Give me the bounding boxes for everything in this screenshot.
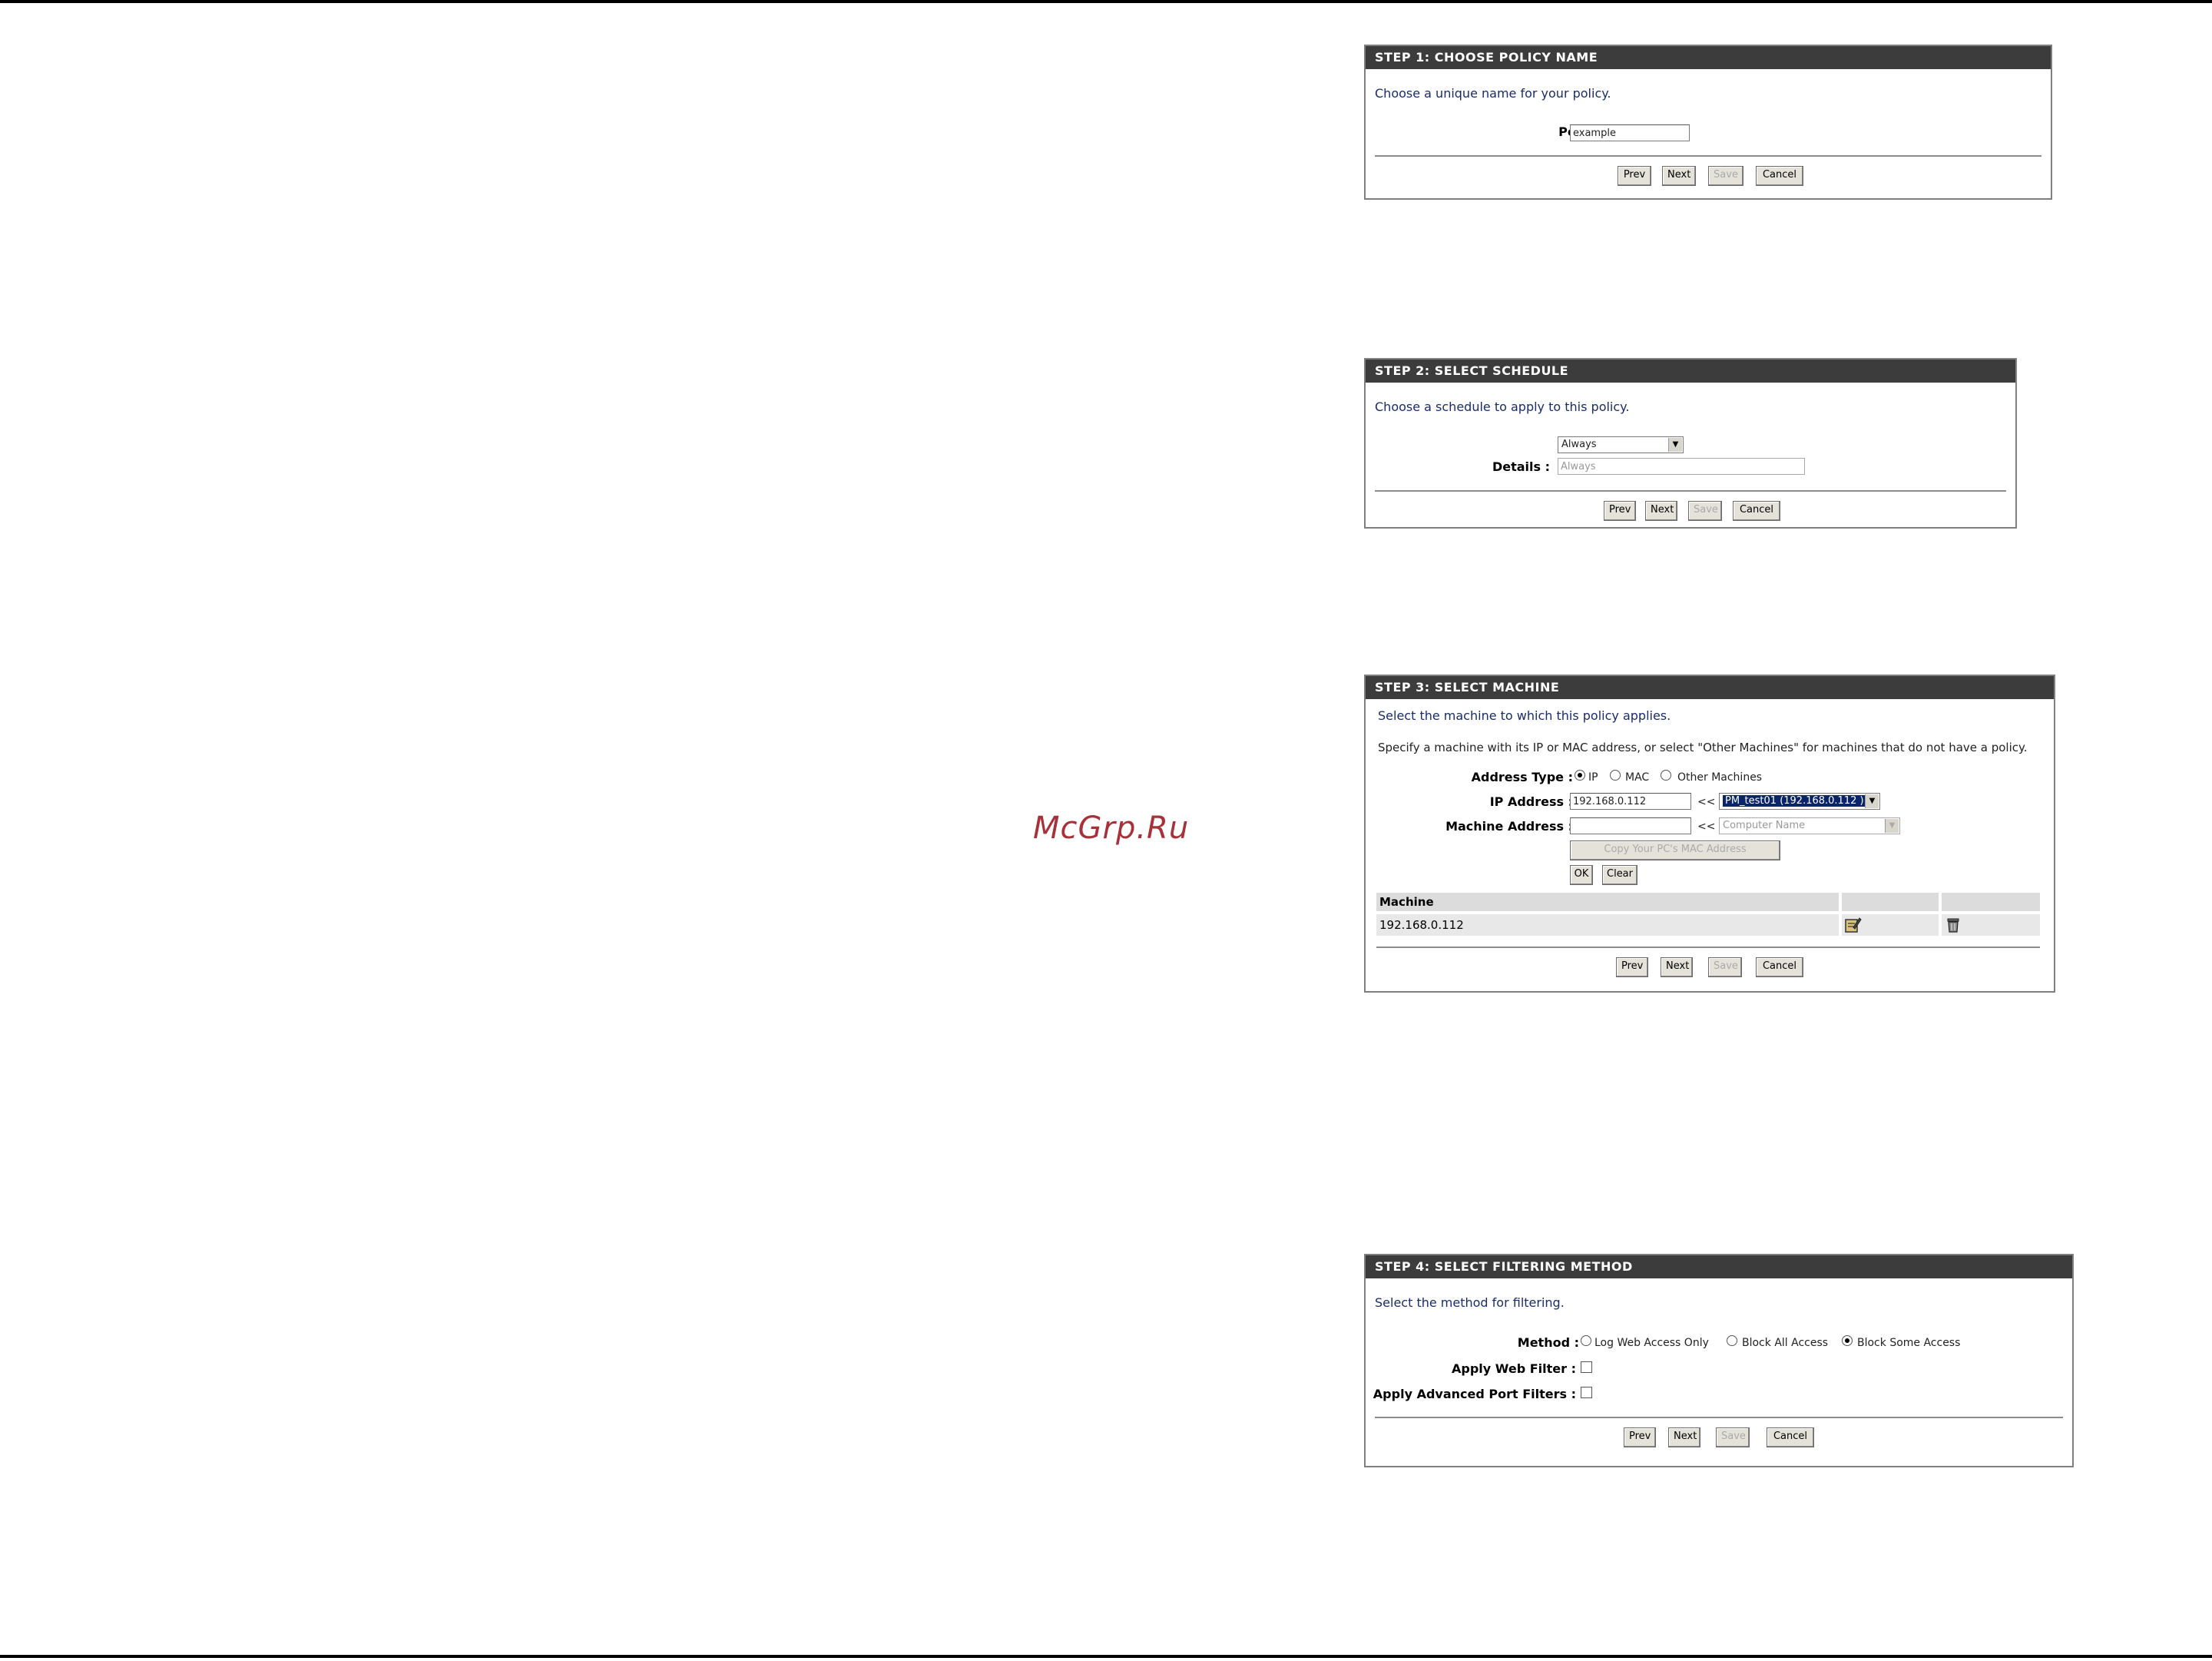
schedule-select-value: Always <box>1561 439 1597 450</box>
trash-icon[interactable] <box>1945 917 1962 933</box>
address-type-mac-label: MAC <box>1625 771 1650 784</box>
step4-prev-button[interactable]: Prev <box>1624 1427 1656 1447</box>
address-type-ip-radio[interactable] <box>1575 770 1585 781</box>
step4-title: STEP 4: SELECT FILTERING METHOD <box>1366 1255 2072 1278</box>
machine-table-row-delete-cell <box>1942 914 2040 936</box>
details-input[interactable] <box>1558 458 1805 475</box>
step1-next-button[interactable]: Next <box>1662 166 1696 186</box>
step3-cancel-button[interactable]: Cancel <box>1756 957 1803 977</box>
web-filter-label: Apply Web Filter : <box>1452 1361 1576 1376</box>
step4-save-button[interactable]: Save <box>1716 1427 1750 1447</box>
step1-panel: STEP 1: CHOOSE POLICY NAME Choose a uniq… <box>1364 45 2052 200</box>
step2-save-button[interactable]: Save <box>1688 501 1722 521</box>
address-type-ip-label: IP <box>1588 771 1598 784</box>
step1-title: STEP 1: CHOOSE POLICY NAME <box>1366 46 2051 69</box>
step2-prev-button[interactable]: Prev <box>1604 501 1636 521</box>
step2-separator <box>1375 490 2006 492</box>
method-label: Method : <box>1517 1335 1579 1350</box>
step1-save-button[interactable]: Save <box>1708 166 1743 186</box>
step4-next-button[interactable]: Next <box>1668 1427 1700 1447</box>
method-block-all-label: Block All Access <box>1742 1337 1829 1349</box>
step2-title: STEP 2: SELECT SCHEDULE <box>1366 360 2015 383</box>
machine-table-header: Machine <box>1376 893 1839 911</box>
machine-address-input[interactable] <box>1570 817 1691 834</box>
port-filter-label: Apply Advanced Port Filters : <box>1373 1387 1576 1401</box>
computer-select-ip[interactable]: PM_test01 (192.168.0.112 ) ▼ <box>1719 793 1880 810</box>
step2-next-button[interactable]: Next <box>1645 501 1677 521</box>
bottom-rule <box>0 1655 2212 1658</box>
method-block-all-radio[interactable] <box>1727 1335 1737 1346</box>
step3-title: STEP 3: SELECT MACHINE <box>1366 676 2054 699</box>
method-block-some-label: Block Some Access <box>1857 1337 1961 1349</box>
policy-name-input[interactable] <box>1570 124 1690 141</box>
step4-panel: STEP 4: SELECT FILTERING METHOD Select t… <box>1364 1254 2074 1467</box>
address-type-mac-radio[interactable] <box>1610 770 1621 781</box>
top-rule <box>0 0 2212 3</box>
computer-select-mac-value: Computer Name <box>1723 820 1806 831</box>
ip-address-input[interactable] <box>1570 793 1691 810</box>
step3-next-button[interactable]: Next <box>1661 957 1693 977</box>
step3-panel: STEP 3: SELECT MACHINE Select the machin… <box>1364 675 2055 993</box>
watermark: McGrp.Ru <box>1033 811 1190 846</box>
web-filter-checkbox[interactable] <box>1581 1361 1592 1373</box>
machine-copy-arrow: << <box>1697 821 1716 833</box>
step3-separator <box>1376 947 2040 948</box>
step3-save-button[interactable]: Save <box>1708 957 1742 977</box>
step1-intro: Choose a unique name for your policy. <box>1375 86 1611 101</box>
step3-description: Specify a machine with its IP or MAC add… <box>1378 741 2028 754</box>
schedule-select[interactable]: Always ▼ <box>1558 436 1684 453</box>
address-type-label: Address Type : <box>1471 770 1573 784</box>
step2-panel: STEP 2: SELECT SCHEDULE Choose a schedul… <box>1364 358 2017 529</box>
step2-intro: Choose a schedule to apply to this polic… <box>1375 400 1630 414</box>
step1-cancel-button[interactable]: Cancel <box>1756 166 1803 186</box>
method-log-label: Log Web Access Only <box>1594 1337 1709 1349</box>
chevron-down-icon: ▼ <box>1885 819 1899 833</box>
step1-separator <box>1375 155 2041 157</box>
computer-select-ip-value: PM_test01 (192.168.0.112 ) <box>1723 795 1866 807</box>
machine-table-row-value: 192.168.0.112 <box>1376 914 1839 936</box>
step2-cancel-button[interactable]: Cancel <box>1733 501 1780 521</box>
clear-button[interactable]: Clear <box>1602 865 1637 885</box>
machine-table-row-edit-cell <box>1842 914 1939 936</box>
method-log-radio[interactable] <box>1581 1335 1591 1346</box>
address-type-other-radio[interactable] <box>1661 770 1671 781</box>
step4-separator <box>1375 1417 2063 1418</box>
step3-intro: Select the machine to which this policy … <box>1378 708 1671 723</box>
edit-icon[interactable] <box>1845 917 1862 933</box>
step4-cancel-button[interactable]: Cancel <box>1767 1427 1814 1447</box>
machine-table-header-delete <box>1942 893 2040 911</box>
step4-intro: Select the method for filtering. <box>1375 1295 1565 1310</box>
ip-address-label: IP Address : <box>1489 794 1573 809</box>
machine-address-label: Machine Address : <box>1445 819 1573 834</box>
address-type-other-label: Other Machines <box>1677 771 1763 784</box>
method-block-some-radio[interactable] <box>1842 1335 1853 1346</box>
chevron-down-icon: ▼ <box>1668 438 1682 452</box>
ip-copy-arrow: << <box>1697 796 1716 808</box>
details-label: Details : <box>1492 459 1550 474</box>
step3-prev-button[interactable]: Prev <box>1616 957 1648 977</box>
computer-select-mac[interactable]: Computer Name ▼ <box>1719 817 1900 834</box>
ok-button[interactable]: OK <box>1570 865 1593 885</box>
step1-prev-button[interactable]: Prev <box>1618 166 1651 186</box>
port-filter-checkbox[interactable] <box>1581 1387 1592 1398</box>
chevron-down-icon: ▼ <box>1865 794 1879 808</box>
machine-table-header-edit <box>1842 893 1939 911</box>
copy-mac-button[interactable]: Copy Your PC's MAC Address <box>1570 840 1780 860</box>
